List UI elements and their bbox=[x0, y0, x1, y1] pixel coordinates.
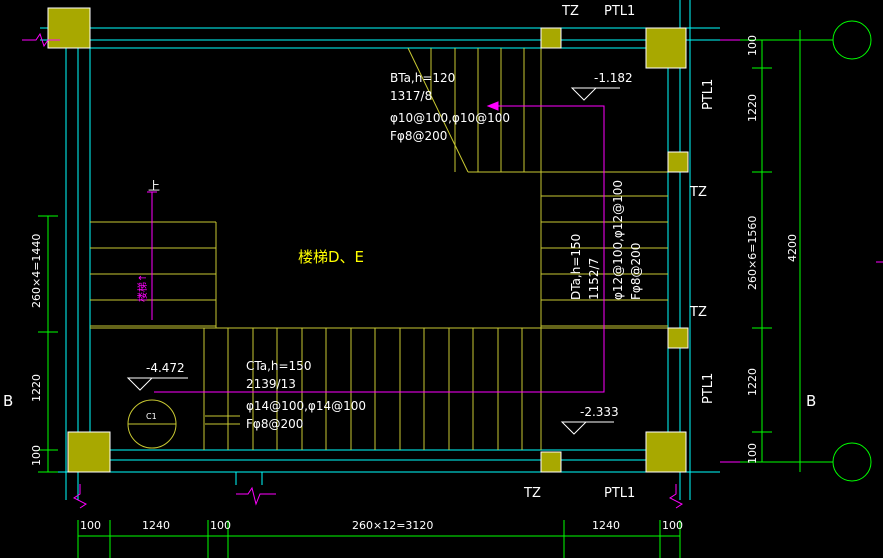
label-grid-b-left: B bbox=[3, 392, 13, 410]
column-bottom-left bbox=[67, 431, 111, 473]
elevation-markers bbox=[126, 87, 620, 449]
tz-post-bottom bbox=[540, 451, 562, 473]
stair-title: 楼梯D、E bbox=[298, 248, 364, 266]
bt-dims: 1317/8 bbox=[390, 89, 432, 103]
up-arrow-text: 上 bbox=[148, 179, 160, 193]
dim-bottom-4: 1240 bbox=[592, 519, 620, 532]
dim-right-1: 1220 bbox=[746, 94, 759, 122]
tz-post-right-lower bbox=[667, 327, 689, 349]
dt-dims: 1152/7 bbox=[587, 258, 601, 300]
ct-dims: 2139/13 bbox=[246, 377, 296, 391]
dim-right-0: 100 bbox=[746, 35, 759, 56]
dim-right-3: 1220 bbox=[746, 368, 759, 396]
column-top-left bbox=[47, 7, 91, 49]
label-tz-right-lower: TZ bbox=[689, 305, 707, 320]
column-top-right bbox=[645, 27, 687, 69]
ct-rebar: φ14@100,φ14@100 bbox=[246, 399, 366, 413]
dim-bottom-5: 100 bbox=[662, 519, 683, 532]
stair-label-vertical: 楼梯↑ bbox=[136, 274, 149, 302]
dim-right-4: 100 bbox=[746, 443, 759, 464]
stair-flight-left bbox=[90, 221, 217, 328]
label-ptl1-right-upper: PTL1 bbox=[701, 79, 716, 110]
dt-dist: Fφ8@200 bbox=[629, 243, 643, 300]
elevation-left: -4.472 bbox=[146, 361, 185, 375]
dt-name: DTa,h=150 bbox=[569, 234, 583, 300]
dim-left-0: 260×4=1440 bbox=[30, 234, 43, 308]
elevation-lower-right: -2.333 bbox=[580, 405, 619, 419]
columns bbox=[47, 7, 689, 473]
grid-bubble-top bbox=[832, 20, 872, 60]
dim-bottom-3: 260×12=3120 bbox=[352, 519, 433, 532]
dim-left-2: 100 bbox=[30, 445, 43, 466]
label-tz-bottom: TZ bbox=[523, 486, 541, 501]
stair-flight-lower bbox=[90, 327, 668, 450]
label-tz-right-upper: TZ bbox=[689, 185, 707, 200]
dim-right-total: 4200 bbox=[786, 234, 799, 262]
dim-bottom-0: 100 bbox=[80, 519, 101, 532]
dt-rebar: φ12@100,φ12@100 bbox=[611, 180, 625, 300]
tz-post-top bbox=[540, 27, 562, 49]
dim-left-1: 1220 bbox=[30, 374, 43, 402]
label-ptl1-right-lower: PTL1 bbox=[701, 373, 716, 404]
ct-dist: Fφ8@200 bbox=[246, 417, 303, 431]
label-grid-b-right: B bbox=[806, 392, 816, 410]
elevation-marker-left bbox=[126, 377, 154, 391]
column-bottom-right bbox=[645, 431, 687, 473]
label-ptl1-bottom: PTL1 bbox=[604, 486, 635, 501]
grid-bubble-bottom bbox=[832, 442, 872, 482]
elevation-upper-right: -1.182 bbox=[594, 71, 633, 85]
elevation-marker-lower-right bbox=[560, 421, 588, 435]
text-labels: TZ PTL1 PTL1 TZ TZ PTL1 TZ PTL1 B B 楼梯D、… bbox=[3, 4, 816, 501]
dim-right-2: 260×6=1560 bbox=[746, 216, 759, 290]
tz-post-right-upper bbox=[667, 151, 689, 173]
stair-plan-drawing: TZ PTL1 PTL1 TZ TZ PTL1 TZ PTL1 B B 楼梯D、… bbox=[3, 0, 883, 558]
label-tz-top: TZ bbox=[561, 4, 579, 19]
slab-marker-label: C1 bbox=[146, 412, 157, 421]
dim-bottom-1: 1240 bbox=[142, 519, 170, 532]
bt-rebar: φ10@100,φ10@100 bbox=[390, 111, 510, 125]
grid-bubbles bbox=[740, 20, 872, 482]
bt-name: BTa,h=120 bbox=[390, 71, 455, 85]
label-ptl1-top: PTL1 bbox=[604, 4, 635, 19]
bt-dist: Fφ8@200 bbox=[390, 129, 447, 143]
ct-name: CTa,h=150 bbox=[246, 359, 311, 373]
dim-bottom-2: 100 bbox=[210, 519, 231, 532]
elevation-marker-upper-right bbox=[570, 87, 598, 101]
